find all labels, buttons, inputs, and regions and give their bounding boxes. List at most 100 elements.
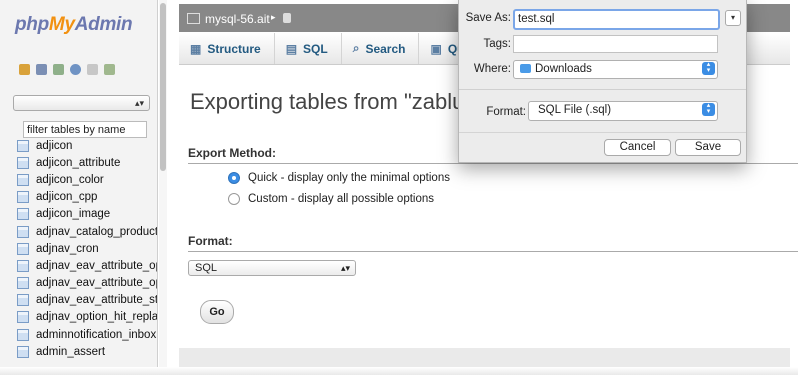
table-item[interactable]: admin_assert: [17, 343, 157, 360]
cancel-button[interactable]: Cancel: [604, 139, 671, 156]
table-name: adjnav_eav_attribute_sta: [36, 294, 158, 307]
table-name: adjnav_eav_attribute_opt: [36, 259, 158, 272]
table-item[interactable]: adjicon_color: [17, 171, 157, 188]
table-item[interactable]: adjnav_cron: [17, 240, 157, 257]
database-icon: [283, 13, 291, 23]
table-icon: [17, 294, 29, 307]
radio-quick-label: Quick - display only the minimal options: [248, 172, 450, 184]
save-as-label: Save As:: [465, 12, 511, 24]
select-stepper-icon: ▴▾: [340, 263, 350, 273]
tab-label: Search: [365, 41, 406, 56]
tags-label: Tags:: [483, 38, 512, 50]
where-label: Where:: [473, 63, 511, 75]
page-title: Exporting tables from "zablu: [190, 89, 465, 114]
dialog-format-select[interactable]: SQL File (.sql) ▴ ▾: [528, 101, 718, 121]
exit-icon[interactable]: [53, 64, 64, 75]
table-icon: [17, 156, 29, 169]
select-stepper-icon: ▴▾: [702, 61, 715, 75]
table-icon: [17, 173, 29, 186]
table-item[interactable]: adjnav_eav_attribute_opt: [17, 275, 158, 292]
table-icon: [17, 191, 29, 204]
home-icon[interactable]: [19, 64, 30, 75]
table-item[interactable]: adjicon_cpp: [17, 189, 157, 206]
radio-custom[interactable]: [228, 193, 240, 205]
where-select-value: Downloads: [535, 63, 592, 75]
logo-part-php: php: [15, 14, 49, 35]
breadcrumb-server[interactable]: mysql-56.ait: [205, 12, 270, 26]
table-item[interactable]: adjicon_image: [17, 206, 157, 223]
server-icon: [187, 13, 200, 24]
database-select[interactable]: ▴▾: [13, 95, 150, 111]
sidebar-scrollbar[interactable]: [159, 0, 167, 375]
tab-sql[interactable]: ▤ SQL: [275, 33, 342, 64]
table-icon: [17, 311, 29, 324]
filter-tables-input[interactable]: [23, 121, 147, 138]
table-icon: [17, 345, 29, 358]
go-button[interactable]: Go: [200, 300, 234, 324]
settings-icon[interactable]: [104, 64, 115, 75]
table-list: adjicon adjicon_attribute adjicon_color …: [17, 137, 158, 360]
phpmyadmin-logo[interactable]: phpMyAdmin: [15, 14, 133, 36]
radio-custom-label: Custom - display all possible options: [248, 193, 435, 205]
select-stepper-icon: ▴▾: [702, 102, 715, 116]
dialog-divider: [459, 132, 746, 133]
table-item[interactable]: adjnav_option_hit_replac: [17, 309, 158, 326]
table-item[interactable]: adjnav_eav_attribute_sta: [17, 292, 158, 309]
dialog-format-label: Format:: [486, 106, 526, 118]
expand-dialog-button[interactable]: ▾: [725, 10, 741, 26]
table-icon: [17, 139, 29, 152]
table-name: adjicon: [36, 139, 73, 152]
table-name: adjnav_catalog_product_: [36, 225, 158, 238]
quick-icons-bar: [19, 64, 115, 75]
help-icon[interactable]: [70, 64, 81, 75]
table-icon: [17, 277, 29, 290]
table-icon: [17, 259, 29, 272]
save-dialog: Save As: test.sql ▾ Tags: Where: Downloa…: [458, 0, 747, 163]
table-icon: [17, 328, 29, 341]
where-select[interactable]: Downloads ▴ ▾: [513, 60, 718, 79]
export-option-quick[interactable]: Quick - display only the minimal options: [228, 172, 450, 184]
table-icon: [17, 208, 29, 221]
export-option-custom[interactable]: Custom - display all possible options: [228, 193, 434, 205]
table-name: adjnav_eav_attribute_opt: [36, 277, 158, 290]
dialog-format-value: SQL File (.sql): [538, 104, 612, 116]
save-as-input[interactable]: test.sql: [513, 9, 720, 30]
table-item[interactable]: adjnav_eav_attribute_opt: [17, 257, 158, 274]
select-stepper-icon: ▴▾: [134, 98, 144, 108]
page-shadow: [0, 367, 798, 375]
sql-icon[interactable]: [36, 64, 47, 75]
table-item[interactable]: adjicon_attribute: [17, 154, 157, 171]
tags-input[interactable]: [513, 35, 718, 53]
tab-structure[interactable]: ▦ Structure: [179, 33, 275, 64]
table-name: adjnav_cron: [36, 242, 99, 255]
table-name: adjnav_option_hit_replac: [36, 311, 158, 324]
table-name: adjicon_attribute: [36, 156, 121, 169]
dialog-divider: [459, 89, 746, 90]
logo-part-admin: Admin: [74, 14, 133, 35]
table-name: admin_assert: [36, 345, 106, 358]
format-select-value: SQL: [195, 262, 218, 274]
chevron-down-icon: ▾: [730, 13, 735, 22]
table-item[interactable]: adjnav_catalog_product_: [17, 223, 158, 240]
navigation-sidebar: phpMyAdmin ▴▾ adjicon adjicon_attribute …: [0, 0, 158, 375]
table-name: adjicon_image: [36, 208, 111, 221]
sidebar-scrollbar-thumb[interactable]: [160, 3, 166, 171]
tab-search[interactable]: ⌕ Search: [342, 33, 420, 64]
docs-icon[interactable]: [87, 64, 98, 75]
structure-icon: ▦: [190, 41, 202, 56]
radio-quick[interactable]: [228, 172, 240, 184]
query-icon: ▣: [430, 41, 442, 56]
format-heading: Format:: [188, 234, 798, 252]
sql-icon: ▤: [285, 41, 298, 56]
tab-label: SQL: [303, 41, 328, 56]
table-item[interactable]: adminnotification_inbox: [17, 326, 157, 343]
table-icon: [17, 225, 29, 238]
save-button[interactable]: Save: [675, 139, 741, 156]
search-icon: ⌕: [352, 41, 360, 55]
table-name: adjicon_cpp: [36, 191, 98, 204]
table-item[interactable]: adjicon: [17, 137, 157, 154]
breadcrumb-separator: ▸: [271, 12, 276, 22]
format-select[interactable]: SQL ▴▾: [188, 260, 356, 276]
table-name: adminnotification_inbox: [36, 328, 157, 341]
table-name: adjicon_color: [36, 173, 104, 186]
